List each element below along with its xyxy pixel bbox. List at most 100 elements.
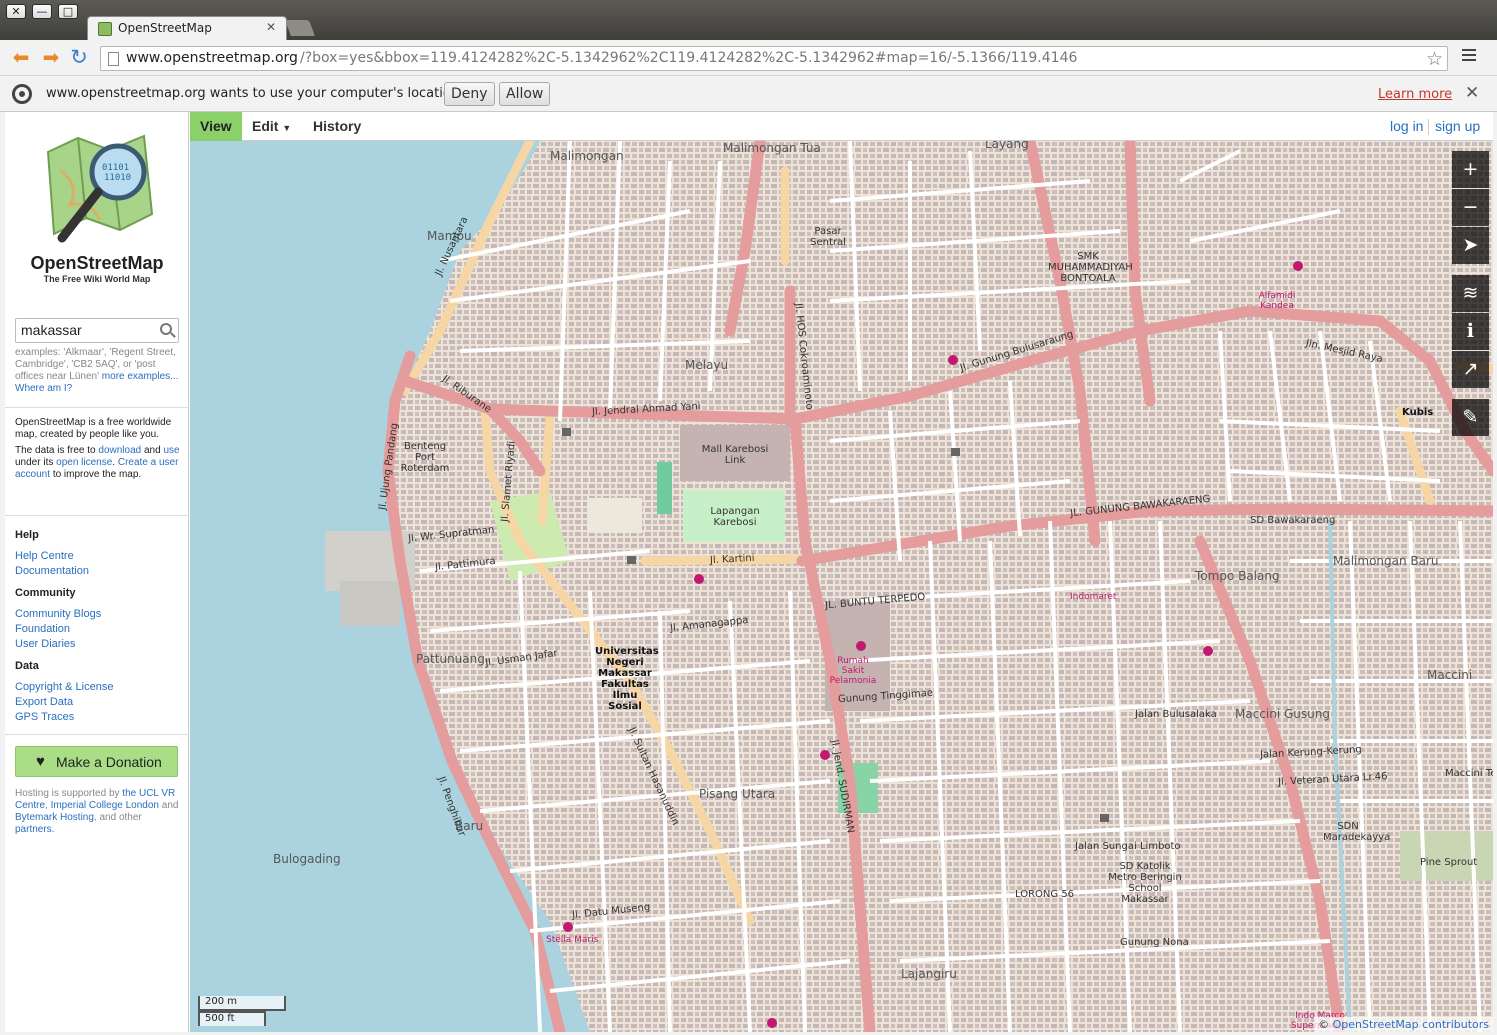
- nav-separator: [1428, 119, 1429, 135]
- tab-title: OpenStreetMap: [118, 21, 212, 35]
- window-close-button[interactable]: ✕: [6, 4, 26, 19]
- hosting-intro: Hosting is supported by: [15, 788, 120, 799]
- map-label: Pasar Sentral: [810, 226, 846, 248]
- address-bar[interactable]: www.openstreetmap.org /?box=yes&bbox=119…: [100, 46, 1448, 71]
- hosting-other: , and other: [93, 812, 142, 823]
- map-label: LORONG 56: [1015, 889, 1075, 900]
- browser-tab[interactable]: OpenStreetMap ✕: [87, 16, 287, 40]
- map-label: Indomaret: [1070, 592, 1117, 602]
- svg-text:11010: 11010: [104, 173, 131, 183]
- forward-arrow-icon[interactable]: ➡: [40, 47, 62, 69]
- donate-button[interactable]: ♥ Make a Donation: [15, 746, 178, 777]
- tab-view[interactable]: View: [190, 112, 242, 141]
- learn-more-link[interactable]: Learn more: [1378, 87, 1452, 102]
- sidebar: 01101 11010 OpenStreetMap The Free Wiki …: [5, 112, 189, 1032]
- partners-link[interactable]: partners.: [15, 824, 54, 835]
- where-am-i-link[interactable]: Where am I?: [15, 383, 72, 394]
- tab-strip: ✕ — □ OpenStreetMap ✕: [0, 0, 1497, 40]
- url-host: www.openstreetmap.org: [126, 50, 298, 66]
- reload-icon[interactable]: ↻: [68, 47, 90, 69]
- foundation-link[interactable]: Foundation: [15, 623, 70, 635]
- locate-icon[interactable]: ➤: [1452, 227, 1489, 264]
- tab-history[interactable]: History: [303, 112, 371, 141]
- map-label: SDN Maradekayya: [1323, 821, 1391, 843]
- export-data-link[interactable]: Export Data: [15, 696, 73, 708]
- page-icon: [108, 52, 119, 66]
- map-scale: 200 m 500 ft: [198, 996, 290, 1026]
- donate-label: Make a Donation: [56, 754, 162, 770]
- tab-close-icon[interactable]: ✕: [266, 20, 276, 34]
- login-link[interactable]: log in: [1390, 118, 1423, 134]
- data-heading: Data: [15, 660, 39, 672]
- search-input[interactable]: makassar: [15, 318, 179, 343]
- info-icon[interactable]: ℹ: [1452, 313, 1489, 350]
- map-label: Pine Sprout: [1420, 857, 1478, 868]
- zoom-in-icon[interactable]: +: [1452, 151, 1489, 188]
- site-name[interactable]: OpenStreetMap: [5, 253, 189, 274]
- infobar-close-icon[interactable]: ✕: [1465, 83, 1479, 103]
- search-examples: examples: 'Alkmaar', 'Regent Street, Cam…: [15, 347, 181, 395]
- bookmark-star-icon[interactable]: ☆: [1426, 48, 1443, 70]
- map-label: Bulogading: [273, 852, 341, 866]
- map-label: SD Bawakaraeng: [1250, 515, 1336, 526]
- divider: [5, 515, 189, 516]
- hosting-text: Hosting is supported by the UCL VR Centr…: [15, 788, 179, 835]
- scale-metric: 200 m: [198, 996, 286, 1011]
- about-text-2: and: [143, 445, 161, 456]
- edit-label: Edit: [252, 118, 279, 134]
- map-label: Lajangiru: [901, 967, 957, 981]
- zoom-out-icon[interactable]: −: [1452, 189, 1489, 226]
- use-link[interactable]: use: [163, 445, 179, 456]
- map-label: Malimongan Tua: [723, 141, 821, 155]
- heart-icon: ♥: [36, 753, 45, 770]
- back-arrow-icon[interactable]: ⬅: [10, 47, 32, 69]
- note-icon[interactable]: ✎: [1452, 399, 1489, 436]
- open-license-link[interactable]: open license: [56, 457, 112, 468]
- imperial-link[interactable]: Imperial College London: [51, 800, 159, 811]
- more-examples-link[interactable]: more examples...: [102, 371, 179, 382]
- map-label: Melayu: [685, 358, 729, 372]
- documentation-link[interactable]: Documentation: [15, 565, 89, 577]
- geolocation-infobar: www.openstreetmap.org wants to use your …: [0, 77, 1497, 112]
- osm-logo-icon[interactable]: 01101 11010: [40, 130, 158, 248]
- url-path: /?box=yes&bbox=119.4124282%2C-5.1342962%…: [300, 50, 1078, 66]
- map-label: Kubis: [1402, 407, 1434, 418]
- about-intro: OpenStreetMap is a free worldwide map, c…: [15, 417, 172, 440]
- layers-icon[interactable]: ≋: [1452, 275, 1489, 312]
- user-diaries-link[interactable]: User Diaries: [15, 638, 76, 650]
- attribution-link[interactable]: OpenStreetMap contributors: [1333, 1018, 1489, 1031]
- map-controls: + − ➤ ≋ ℹ ↗ ✎: [1452, 151, 1489, 437]
- map-label: Rumah Sakit Pelamonia: [829, 656, 877, 686]
- window-minimize-button[interactable]: —: [32, 4, 52, 19]
- tab-edit[interactable]: Edit ▼: [242, 112, 301, 141]
- search-value: makassar: [21, 322, 82, 338]
- location-target-icon: [12, 84, 32, 104]
- browser-toolbar: ⬅ ➡ ↻ www.openstreetmap.org /?box=yes&bb…: [0, 40, 1497, 76]
- map-label: Layang: [985, 141, 1029, 151]
- window-maximize-button[interactable]: □: [58, 4, 78, 19]
- scale-imperial: 500 ft: [198, 1011, 266, 1026]
- community-blogs-link[interactable]: Community Blogs: [15, 608, 101, 620]
- map-label: Maccini Gusung: [1235, 707, 1330, 721]
- signup-link[interactable]: sign up: [1435, 118, 1480, 134]
- browser-menu-icon[interactable]: [1462, 49, 1476, 63]
- caret-down-icon: ▼: [282, 123, 292, 133]
- about-text-3: under its: [15, 457, 54, 468]
- map-label: Malimongan: [550, 149, 624, 163]
- map-label: Universitas Negeri Makassar Fakultas Ilm…: [595, 646, 659, 712]
- allow-button[interactable]: Allow: [499, 82, 551, 106]
- map-label: SMK MUHAMMADIYAH BONTOALA: [1048, 251, 1133, 284]
- map-label: Mall Karebosi Link: [701, 444, 769, 466]
- map-canvas[interactable]: Mampu Malimongan Malimongan Tua Layang M…: [190, 141, 1493, 1032]
- help-centre-link[interactable]: Help Centre: [15, 550, 74, 562]
- search-icon[interactable]: [160, 323, 172, 335]
- svg-text:01101: 01101: [102, 163, 129, 173]
- bytemark-link[interactable]: Bytemark Hosting: [15, 812, 94, 823]
- share-icon[interactable]: ↗: [1452, 351, 1489, 388]
- download-link[interactable]: download: [98, 445, 141, 456]
- osm-favicon-icon: [98, 22, 112, 36]
- gps-traces-link[interactable]: GPS Traces: [15, 711, 74, 723]
- copyright-link[interactable]: Copyright & License: [15, 681, 113, 693]
- deny-button[interactable]: Deny: [444, 82, 495, 106]
- new-tab-button[interactable]: [285, 20, 315, 36]
